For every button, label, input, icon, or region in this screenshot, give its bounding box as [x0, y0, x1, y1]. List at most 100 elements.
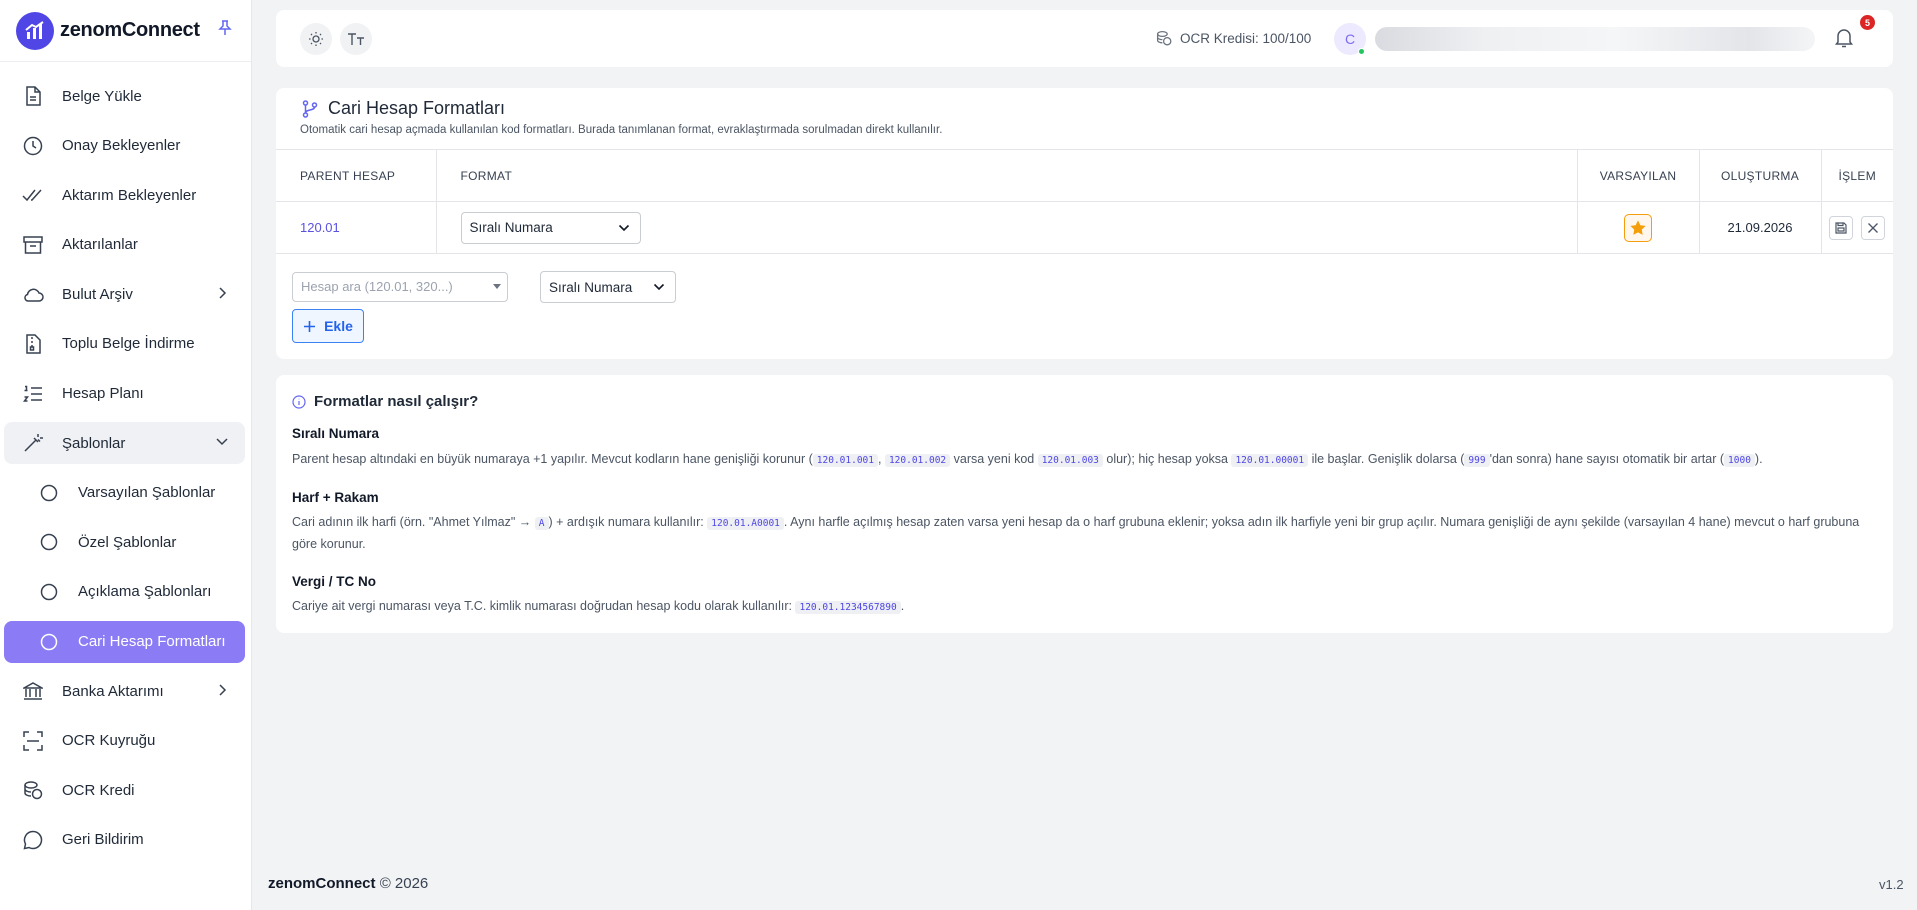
- page-title-text: Cari Hesap Formatları: [328, 98, 506, 118]
- font-size-button[interactable]: [340, 23, 372, 55]
- sidebar-item-ocr-kuyrugu[interactable]: OCR Kuyruğu: [4, 720, 245, 762]
- actions-cell: [1820, 201, 1893, 254]
- page-title: Cari Hesap Formatları: [302, 98, 505, 119]
- sidebar-item-cari-hesap-formatlari[interactable]: Cari Hesap Formatları: [4, 620, 245, 663]
- default-star-button[interactable]: [1624, 213, 1652, 242]
- git-branch-icon: [302, 99, 318, 118]
- bell-icon[interactable]: [1835, 28, 1853, 48]
- ocr-credit-text: OCR Kredisi: 100/100: [1180, 30, 1312, 46]
- sidebar-item-label: Belge Yükle: [62, 87, 142, 105]
- sidebar-item-aktarim-bekleyenler[interactable]: Aktarım Bekleyenler: [4, 174, 245, 216]
- sidebar-item-belge-yukle[interactable]: Belge Yükle: [4, 75, 245, 117]
- add-button-label: Ekle: [324, 318, 353, 334]
- magic-wand-icon: [22, 432, 44, 454]
- section-heading-vergi-tc: Vergi / TC No: [292, 574, 377, 589]
- circle-icon: [40, 581, 58, 603]
- chat-icon: [22, 829, 44, 851]
- sidebar-nav: Belge Yükle Onay Bekleyenler Aktarım Bek…: [0, 62, 251, 861]
- sidebar-item-sablonlar[interactable]: Şablonlar: [4, 422, 245, 465]
- sidebar-item-label: Açıklama Şablonları: [78, 583, 212, 601]
- sidebar-item-label: Cari Hesap Formatları: [78, 633, 226, 651]
- sidebar-item-label: Hesap Planı: [62, 385, 144, 403]
- sidebar-item-label: Geri Bildirim: [62, 831, 144, 849]
- chevron-right-icon: [217, 286, 227, 300]
- new-format-value: Sıralı Numara: [549, 279, 633, 295]
- circle-icon: [40, 482, 58, 504]
- sidebar-item-ocr-kredi[interactable]: OCR Kredi: [4, 769, 245, 811]
- clock-icon: [22, 135, 44, 157]
- cloud-icon: [22, 283, 44, 305]
- circle-icon: [40, 631, 58, 653]
- sidebar-item-label: Aktarım Bekleyenler: [62, 186, 197, 204]
- chevron-down-icon: [618, 224, 630, 232]
- sidebar-item-label: Özel Şablonlar: [78, 533, 177, 551]
- brand-name: zenomConnect: [60, 19, 200, 41]
- sidebar-item-bulut-arsiv[interactable]: Bulut Arşiv: [4, 273, 245, 315]
- info-title-text: Formatlar nasıl çalışır?: [314, 393, 479, 410]
- column-header: PARENT HESAP: [276, 149, 437, 202]
- ocr-credit-indicator: OCR Kredisi: 100/100: [1156, 30, 1311, 46]
- chevron-down-icon: [653, 283, 665, 291]
- account-search-input[interactable]: Hesap ara (120.01, 320...): [292, 272, 508, 302]
- sidebar-item-toplu-belge-indirme[interactable]: Toplu Belge İndirme: [4, 323, 245, 365]
- new-format-select[interactable]: Sıralı Numara: [540, 271, 676, 303]
- app-version: v1.2: [1879, 877, 1904, 892]
- section-heading-harf-rakam: Harf + Rakam: [292, 490, 379, 505]
- sidebar-item-label: Aktarılanlar: [62, 236, 138, 254]
- bank-icon: [22, 680, 44, 702]
- section-heading-sirali-numara: Sıralı Numara: [292, 426, 380, 441]
- brand-logo-icon: [16, 11, 54, 50]
- circle-icon: [40, 531, 58, 553]
- info-title: Formatlar nasıl çalışır?: [292, 393, 478, 410]
- column-header: FORMAT: [435, 149, 1578, 202]
- account-search-placeholder: Hesap ara (120.01, 320...): [301, 279, 453, 294]
- sidebar-item-label: OCR Kredi: [62, 781, 135, 799]
- format-cell: Sıralı Numara: [435, 201, 1578, 254]
- pin-icon[interactable]: [218, 20, 232, 36]
- sidebar: zenomConnect Belge Yükle Onay Bekleyenle…: [0, 0, 252, 910]
- sidebar-item-label: Onay Bekleyenler: [62, 137, 181, 155]
- sidebar-item-varsayilan-sablonlar[interactable]: Varsayılan Şablonlar: [4, 472, 245, 514]
- section-text-harf-rakam: Cari adının ilk harfi (örn. "Ahmet Yılma…: [292, 515, 1860, 551]
- sidebar-item-aktarilanlar[interactable]: Aktarılanlar: [4, 224, 245, 266]
- page-subtitle: Otomatik cari hesap açmada kullanılan ko…: [300, 124, 943, 136]
- sidebar-item-label: Bulut Arşiv: [62, 285, 133, 303]
- column-header: VARSAYILAN: [1576, 149, 1700, 202]
- table-row: 120.01 Sıralı Numara 21.09.2026: [276, 201, 1893, 254]
- archive-icon: [22, 234, 44, 256]
- row-format-select[interactable]: Sıralı Numara: [460, 211, 641, 244]
- zip-file-icon: [22, 333, 44, 355]
- sidebar-item-aciklama-sablonlari[interactable]: Açıklama Şablonları: [4, 571, 245, 613]
- double-check-icon: [22, 184, 44, 206]
- info-icon: [292, 394, 306, 409]
- sidebar-item-banka-aktarimi[interactable]: Banka Aktarımı: [4, 670, 245, 712]
- theme-toggle-button[interactable]: [300, 23, 332, 55]
- column-header: OLUŞTURMA: [1698, 149, 1822, 202]
- coins-icon: [1156, 30, 1172, 46]
- top-bar: OCR Kredisi: 100/100 C 5: [276, 10, 1893, 67]
- sidebar-item-label: OCR Kuyruğu: [62, 732, 156, 750]
- footer-brand: zenomConnect © 2026: [268, 875, 428, 892]
- chevron-down-icon: [215, 437, 229, 447]
- parent-account-link[interactable]: 120.01: [276, 220, 340, 235]
- sidebar-item-label: Varsayılan Şablonlar: [78, 484, 216, 502]
- plus-icon: [303, 320, 324, 333]
- sidebar-item-ozel-sablonlar[interactable]: Özel Şablonlar: [4, 521, 245, 563]
- save-button[interactable]: [1829, 215, 1854, 240]
- scan-icon: [22, 730, 44, 752]
- file-upload-icon: [22, 85, 44, 107]
- user-info-redacted: [1375, 27, 1815, 51]
- sidebar-item-geri-bildirim[interactable]: Geri Bildirim: [4, 819, 245, 861]
- add-button[interactable]: Ekle: [292, 309, 364, 343]
- sidebar-item-onay-bekleyenler[interactable]: Onay Bekleyenler: [4, 125, 245, 167]
- footer-brand-name: zenomConnect: [268, 875, 376, 892]
- formats-card: Cari Hesap Formatları Otomatik cari hesa…: [276, 88, 1893, 359]
- sidebar-item-hesap-plani[interactable]: Hesap Planı: [4, 373, 245, 415]
- delete-button[interactable]: [1861, 215, 1886, 240]
- section-text-sirali-numara: Parent hesap altındaki en büyük numaraya…: [292, 452, 1763, 467]
- sidebar-item-label: Şablonlar: [62, 434, 126, 452]
- row-format-value: Sıralı Numara: [469, 220, 553, 235]
- brand[interactable]: zenomConnect: [0, 0, 251, 62]
- list-ordered-icon: [22, 383, 44, 405]
- sun-icon: [308, 31, 324, 47]
